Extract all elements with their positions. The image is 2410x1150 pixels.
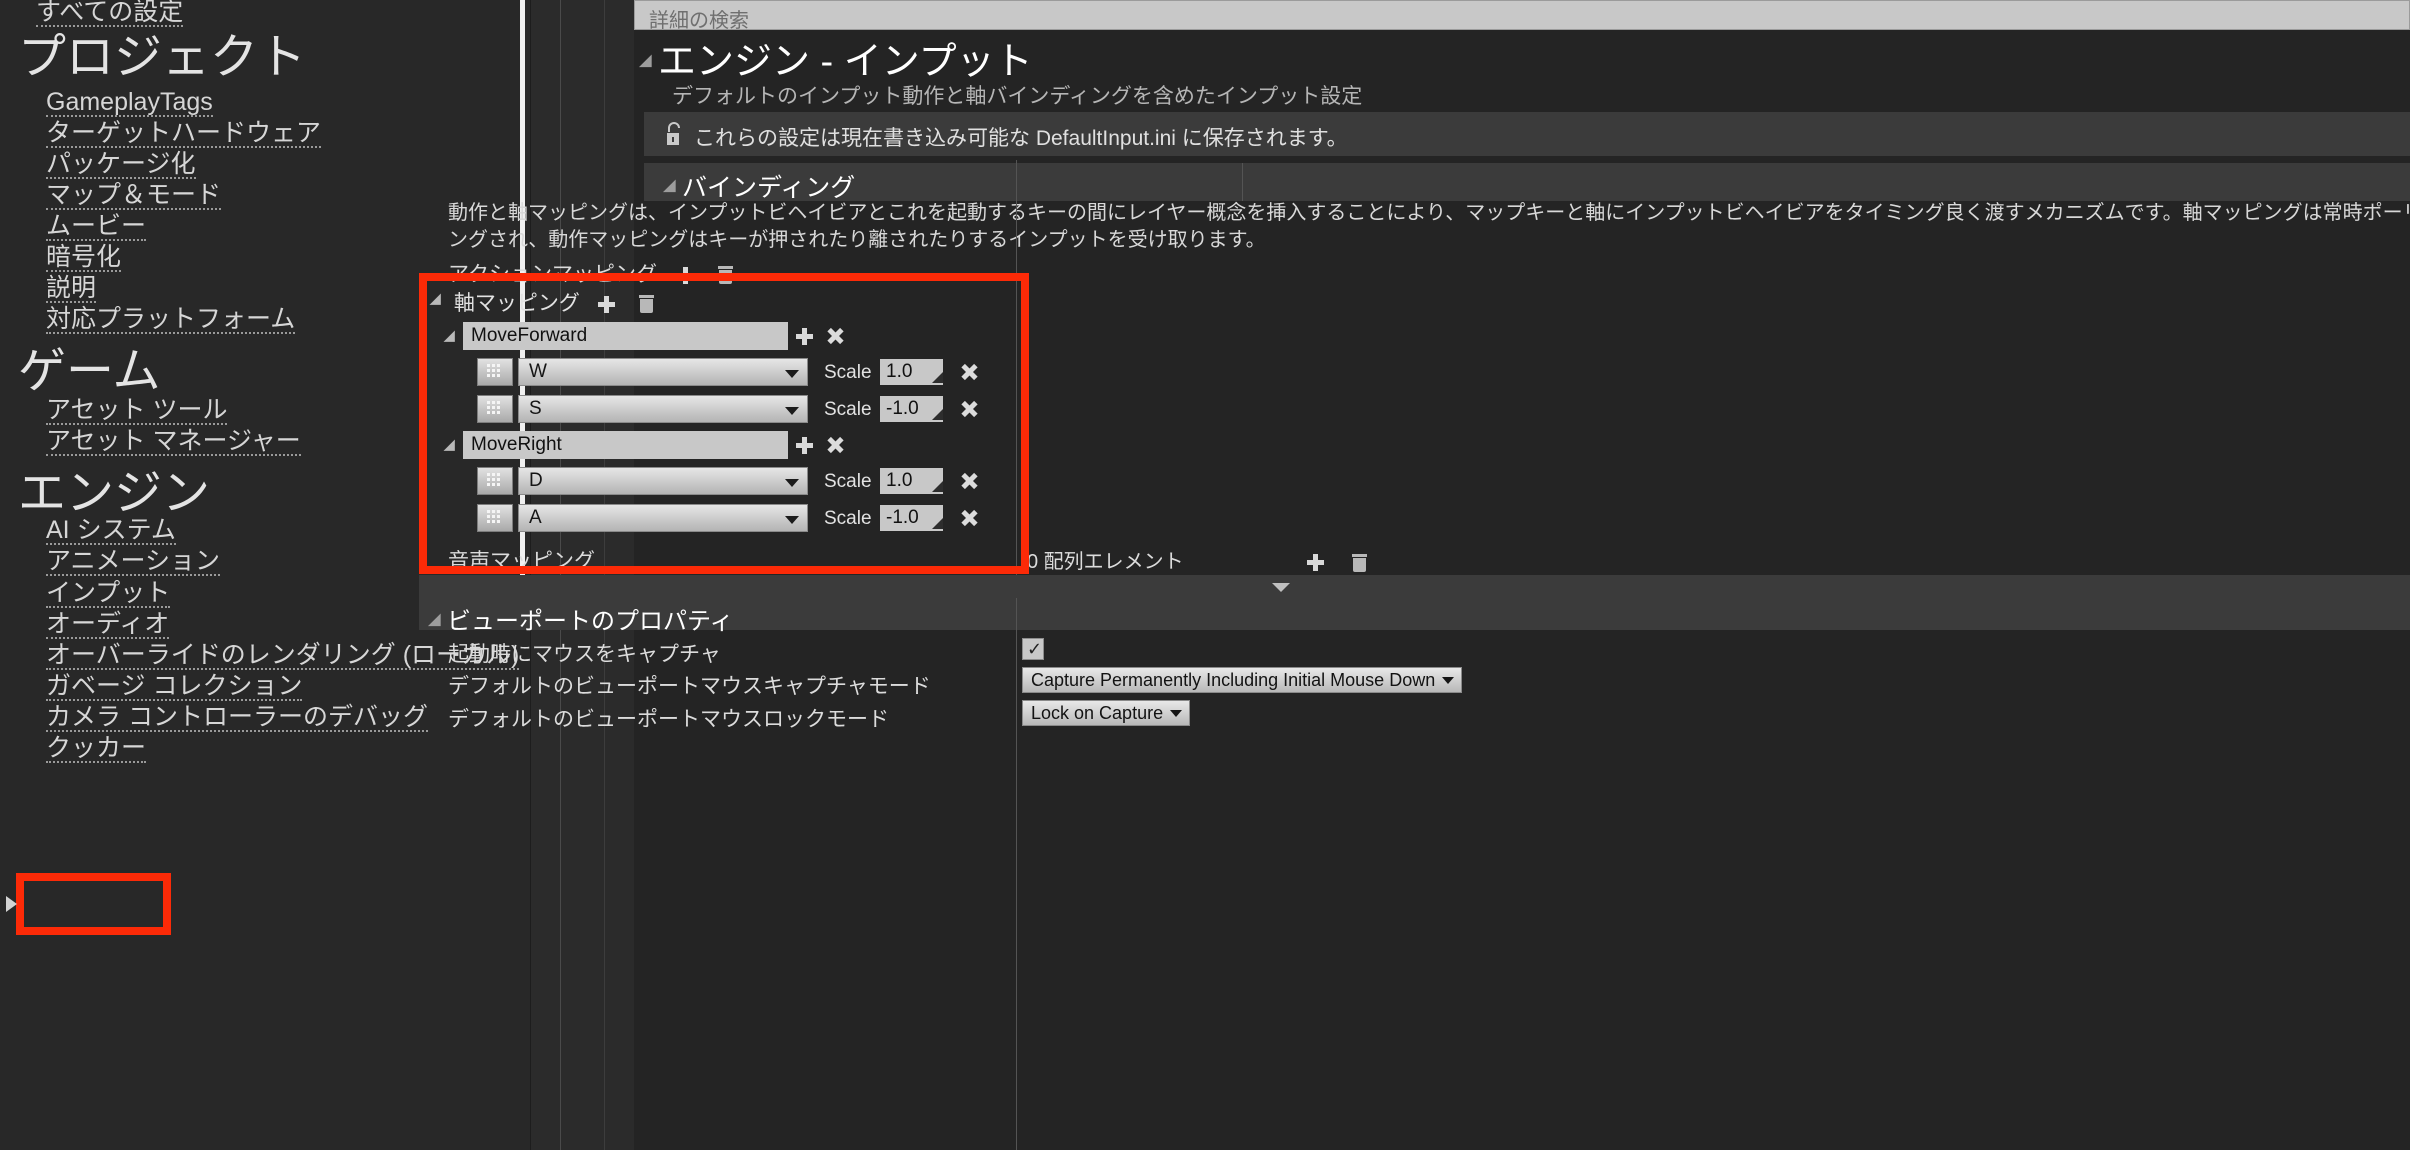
sidebar-item-asset-manager-wrap: アセット マネージャー: [0, 429, 301, 456]
axis-mapping-group: [419, 273, 1029, 574]
sidebar-item-audio-wrap: オーディオ: [0, 612, 170, 639]
check-icon: ✓: [1027, 639, 1043, 659]
combo-default-mouse-capture-mode-value: Capture Permanently Including Initial Mo…: [1031, 670, 1436, 690]
sidebar-item-ai-system-wrap: AI システム: [0, 518, 176, 545]
column-divider: [1242, 163, 1243, 201]
search-placeholder: 詳細の検索: [649, 10, 749, 32]
prop-label-default-mouse-capture-mode: デフォルトのビューポートマウスキャプチャモード: [448, 675, 931, 698]
sidebar-item-packaging-wrap: パッケージ化: [0, 152, 196, 179]
sidebar-item-audio[interactable]: オーディオ: [46, 612, 170, 639]
sidebar-item-maps-modes-wrap: マップ＆モード: [0, 183, 222, 210]
expand-more-icon[interactable]: [1272, 583, 1290, 592]
sidebar-item-input[interactable]: インプット: [46, 581, 171, 608]
chevron-down-icon: [1170, 710, 1183, 717]
page-title: エンジン - インプット: [638, 30, 1033, 85]
combo-default-mouse-lock-mode[interactable]: Lock on Capture: [1022, 700, 1191, 726]
sidebar-item-cooker-wrap: クッカー: [0, 736, 147, 763]
checkbox-capture-mouse-on-launch[interactable]: ✓: [1022, 638, 1044, 660]
viewport-collapse-icon[interactable]: [427, 613, 448, 633]
sidebar-item-description-wrap: 説明: [0, 276, 97, 303]
sidebar-item-asset-manager[interactable]: アセット マネージャー: [46, 429, 301, 456]
sidebar-item-animation[interactable]: アニメーション: [46, 549, 221, 576]
sidebar-heading-game: ゲーム: [18, 345, 161, 398]
sidebar-item-garbage-collection[interactable]: ガベージ コレクション: [46, 674, 303, 701]
sidebar-top-link-wrap: すべての設定: [0, 0, 184, 27]
lock-notice-bar: これらの設定は現在書き込み可能な DefaultInput.ini に保存されま…: [644, 112, 2410, 156]
bindings-category-header[interactable]: バインディング: [644, 163, 2410, 204]
section-divider-strip: [419, 575, 2410, 600]
unlock-icon: [667, 122, 680, 145]
sidebar-selection-highlight: [16, 873, 171, 935]
sidebar-item-supported-platforms[interactable]: 対応プラットフォーム: [46, 307, 296, 334]
prop-label-default-mouse-lock-mode: デフォルトのビューポートマウスロックモード: [448, 708, 889, 731]
sidebar-item-camera-controller-debug[interactable]: カメラ コントローラーのデバッグ: [46, 705, 428, 732]
voice-mapping-array-row: 0 配列エレメント: [1027, 545, 1367, 574]
sidebar-item-target-hardware[interactable]: ターゲットハードウェア: [46, 121, 322, 148]
sidebar-heading-engine: エンジン: [18, 467, 211, 520]
page-title-text: エンジン - インプット: [658, 41, 1033, 83]
combo-default-mouse-lock-mode-value: Lock on Capture: [1031, 703, 1164, 723]
sidebar-item-packaging[interactable]: パッケージ化: [46, 152, 196, 179]
combo-default-mouse-capture-mode[interactable]: Capture Permanently Including Initial Mo…: [1022, 667, 1463, 693]
sidebar-item-asset-tools[interactable]: アセット ツール: [46, 398, 228, 425]
sidebar-item-movies-wrap: ムービー: [0, 214, 147, 241]
sidebar-item-asset-tools-wrap: アセット ツール: [0, 398, 228, 425]
sidebar-heading-project: プロジェクト: [18, 31, 307, 84]
sidebar-item-ai-system[interactable]: AI システム: [46, 518, 176, 545]
search-bar-container[interactable]: 詳細の検索: [634, 0, 2410, 32]
sidebar-item-camera-debug-wrap: カメラ コントローラーのデバッグ: [0, 705, 428, 732]
viewport-category-title: ビューポートのプロパティ: [447, 608, 734, 635]
page-subtitle: デフォルトのインプット動作と軸バインディングを含めたインプット設定: [672, 85, 1363, 108]
bindings-category-title: バインディング: [682, 174, 856, 202]
sidebar-item-animation-wrap: アニメーション: [0, 549, 221, 576]
app-window: すべての設定 プロジェクト GameplayTags ターゲットハードウェア パ…: [0, 0, 2410, 1150]
sidebar-item-gameplaytags-wrap: GameplayTags: [0, 90, 213, 117]
property-column-divider: [1016, 598, 1017, 1150]
bindings-category-title-wrap: バインディング: [662, 168, 856, 204]
sidebar-item-input-wrap: インプット: [0, 581, 171, 608]
bindings-description: 動作と軸マッピングは、インプットビヘイビアとこれを起動するキーの間にレイヤー概念…: [448, 202, 2410, 251]
sidebar-item-rendering-override-wrap: オーバーライドのレンダリング (ローカル): [0, 643, 520, 670]
chevron-down-icon: [1442, 677, 1455, 684]
sidebar-item-all-settings[interactable]: すべての設定: [36, 0, 184, 27]
sidebar-item-garbage-collection-wrap: ガベージ コレクション: [0, 674, 303, 701]
sidebar-item-encryption-wrap: 暗号化: [0, 245, 122, 272]
sidebar-selection-arrow-icon: [6, 896, 17, 912]
sidebar-item-description[interactable]: 説明: [46, 276, 97, 303]
sidebar-item-movies[interactable]: ムービー: [46, 214, 147, 241]
sidebar-item-encryption[interactable]: 暗号化: [46, 245, 122, 272]
sidebar-item-maps-modes[interactable]: マップ＆モード: [46, 183, 222, 210]
collapse-triangle-icon[interactable]: [638, 54, 659, 74]
prop-label-capture-mouse-on-launch: 起動時にマウスをキャプチャ: [448, 643, 721, 666]
bindings-collapse-icon[interactable]: [662, 179, 683, 199]
sidebar-item-cooker[interactable]: クッカー: [46, 736, 147, 763]
viewport-category-title-wrap: ビューポートのプロパティ: [427, 601, 734, 636]
voice-mapping-delete-icon[interactable]: [1351, 553, 1367, 572]
sidebar-item-supported-platforms-wrap: 対応プラットフォーム: [0, 307, 296, 334]
voice-mapping-add-icon[interactable]: [1307, 554, 1325, 572]
sidebar-item-target-hardware-wrap: ターゲットハードウェア: [0, 121, 322, 148]
sidebar-item-gameplaytags[interactable]: GameplayTags: [46, 90, 213, 117]
array-elements-count: 0 配列エレメント: [1027, 551, 1184, 573]
viewport-category-header[interactable]: ビューポートのプロパティ: [419, 598, 2410, 635]
lock-notice-text: これらの設定は現在書き込み可能な DefaultInput.ini に保存されま…: [694, 127, 1348, 150]
